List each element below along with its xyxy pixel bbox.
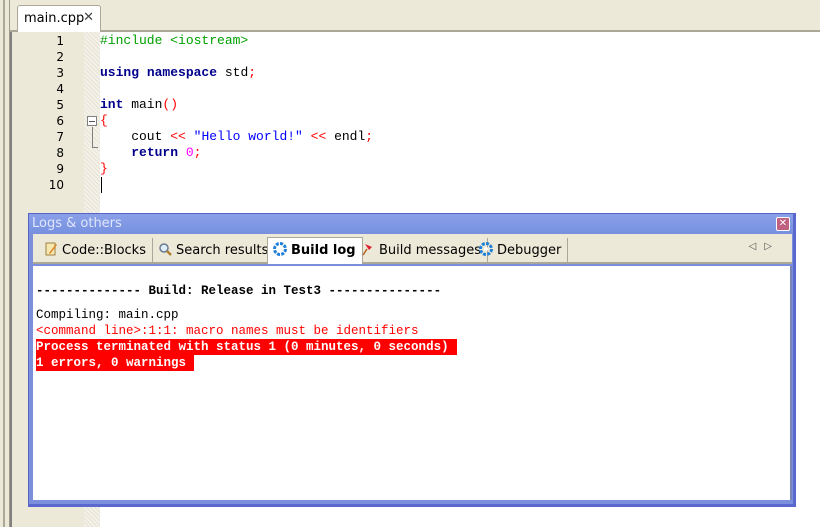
gear-icon (273, 242, 287, 256)
log-status-line: Process terminated with status 1 (0 minu… (36, 339, 457, 355)
gear-icon (479, 242, 493, 256)
code-token: 0 (185, 145, 194, 160)
line-number: 5 (56, 98, 64, 112)
code-line: 10 (12, 177, 812, 193)
close-panel-icon[interactable]: ✕ (776, 217, 790, 231)
code-line: 6{ (12, 113, 812, 129)
logs-panel: Logs & others ✕ Code::Blocks Search resu… (28, 213, 796, 507)
code-line: 5 int main() (12, 97, 812, 113)
code-text: { (100, 113, 108, 129)
code-text: return 0; (100, 145, 201, 161)
code-token: endl (326, 129, 366, 144)
line-number: 1 (56, 34, 64, 48)
tab-debugger[interactable]: Debugger (474, 238, 569, 262)
code-text: cout << "Hello world!" << endl; (100, 129, 373, 145)
code-token: return (131, 145, 179, 160)
code-text: using namespace std; (100, 65, 256, 81)
code-token: namespace (146, 65, 218, 80)
tab-main-cpp[interactable]: main.cpp ✕ (17, 5, 101, 32)
line-number: 4 (56, 82, 64, 96)
scroll-right-icon[interactable]: ▷ (764, 241, 780, 252)
code-token: << (310, 129, 327, 144)
notepad-pencil-icon (45, 242, 57, 256)
log-build-header: -------------- Build: Release in Test3 -… (36, 284, 442, 298)
code-line: 8 return 0; (12, 145, 812, 161)
code-token: std (217, 65, 249, 80)
code-line: 9} (12, 161, 812, 177)
pushpin-icon (362, 244, 372, 256)
log-error-line: <command line>:1:1: macro names must be … (36, 324, 419, 338)
code-line: 4 (12, 81, 812, 97)
code-token: () (162, 97, 179, 112)
tab-label: main.cpp (24, 11, 85, 26)
line-number: 2 (56, 50, 64, 64)
code-token: "Hello world!" (193, 129, 303, 144)
fold-line (92, 127, 98, 148)
tab-search-results[interactable]: Search results (153, 238, 276, 262)
code-token: { (100, 113, 108, 128)
log-summary-line: 1 errors, 0 warnings (36, 355, 195, 371)
code-token: using (100, 65, 140, 80)
line-number: 3 (56, 66, 64, 80)
line-number: 6 (56, 114, 64, 128)
tab-label: Code::Blocks (62, 243, 146, 258)
code-token: ; (248, 65, 257, 80)
code-token: << (170, 129, 186, 144)
tab-scroll-arrows[interactable]: ◁▷ (749, 241, 780, 252)
magnifier-icon (159, 243, 172, 256)
panel-tab-strip: Code::Blocks Search results Build log Bu… (33, 234, 792, 264)
line-number: 7 (56, 130, 64, 144)
line-number: 10 (48, 178, 64, 192)
tab-build-log[interactable]: Build log (267, 237, 363, 264)
close-tab-icon[interactable]: ✕ (83, 10, 94, 25)
tab-label: Build messages (379, 243, 481, 258)
code-token: main (123, 97, 163, 112)
tab-label: Build log (291, 243, 356, 258)
code-token: cout (100, 129, 171, 144)
fold-collapse-icon[interactable] (87, 116, 97, 126)
tab-label: Search results (176, 243, 269, 258)
code-text: int main() (100, 97, 178, 113)
code-line: 3 using namespace std; (12, 65, 812, 81)
code-text: } (100, 161, 108, 177)
code-token: ; (365, 129, 374, 144)
panel-title: Logs & others (29, 214, 793, 233)
scroll-left-icon[interactable]: ◁ (749, 241, 765, 252)
line-number: 8 (56, 146, 64, 160)
line-number: 9 (56, 162, 64, 176)
code-text: #include <iostream> (100, 33, 248, 49)
code-line: 2 (12, 49, 812, 65)
code-token: #include <iostream> (100, 33, 249, 48)
tab-codeblocks[interactable]: Code::Blocks (39, 238, 153, 262)
tab-label: Debugger (497, 243, 562, 258)
code-line: 1 #include <iostream> (12, 33, 812, 49)
editor-tab-bar: main.cpp ✕ (10, 0, 820, 32)
code-line: 7 cout << "Hello world!" << endl; (12, 129, 812, 145)
log-compiling: Compiling: main.cpp (36, 308, 179, 322)
build-log-output[interactable]: -------------- Build: Release in Test3 -… (33, 266, 792, 500)
code-token: } (100, 161, 108, 176)
code-token: int (100, 97, 124, 112)
tab-build-messages[interactable]: Build messages (356, 238, 488, 262)
code-token: ; (193, 145, 202, 160)
text-caret (101, 177, 102, 193)
left-dock-edge (0, 0, 10, 527)
